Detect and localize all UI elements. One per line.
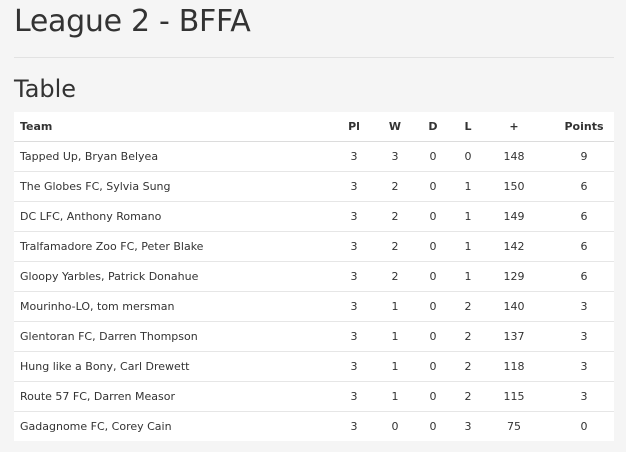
table-row: Gadagnome FC, Corey Cain 3 0 0 3 75 0 xyxy=(14,411,614,441)
points-for-cell: 129 xyxy=(474,261,554,292)
lost-cell: 1 xyxy=(462,261,474,292)
points-cell: 6 xyxy=(554,231,614,262)
lost-cell: 2 xyxy=(462,321,474,352)
won-cell: 3 xyxy=(391,150,399,163)
points-for-cell: 137 xyxy=(474,321,554,352)
table-row: Tralfamadore Zoo FC, Peter Blake 3 2 0 1… xyxy=(14,231,614,262)
lost-cell: 2 xyxy=(462,351,474,382)
points-cell: 3 xyxy=(554,321,614,352)
team-name-cell[interactable]: Tapped Up, Bryan Belyea xyxy=(14,142,322,172)
points-cell: 3 xyxy=(554,351,614,382)
drawn-cell: 0 xyxy=(404,411,462,441)
title-divider xyxy=(14,57,614,58)
won-cell: 1 xyxy=(386,321,404,352)
drawn-cell: 0 xyxy=(404,201,462,232)
points-for-cell: 142 xyxy=(474,231,554,262)
table-row: Gloopy Yarbles, Patrick Donahue 3 2 0 1 … xyxy=(14,261,614,292)
played-cell: 3 xyxy=(322,381,386,412)
won-cell: 1 xyxy=(386,351,404,382)
lost-cell: 1 xyxy=(462,231,474,262)
played-cell: 3 xyxy=(350,150,358,163)
points-cell: 6 xyxy=(554,171,614,202)
column-header-points-for[interactable]: + xyxy=(474,112,554,142)
points-cell: 0 xyxy=(554,411,614,441)
column-header-lost[interactable]: L xyxy=(462,112,474,142)
lost-cell: 2 xyxy=(462,291,474,322)
points-cell: 6 xyxy=(554,201,614,232)
column-header-played[interactable]: Pl xyxy=(322,112,386,142)
table-row: DC LFC, Anthony Romano 3 2 0 1 149 6 xyxy=(14,201,614,232)
points-cell: 3 xyxy=(554,381,614,412)
column-header-won[interactable]: W xyxy=(386,112,404,142)
played-cell: 3 xyxy=(322,201,386,232)
standings-table-body: Tapped Up, Bryan Belyea 3 3 0 0 148 9 Th… xyxy=(14,142,614,441)
team-name-cell[interactable]: Tralfamadore Zoo FC, Peter Blake xyxy=(14,231,322,262)
won-cell: 2 xyxy=(386,231,404,262)
table-row: Tapped Up, Bryan Belyea 3 3 0 0 148 9 xyxy=(14,142,614,172)
drawn-cell: 0 xyxy=(429,150,437,163)
team-name-cell[interactable]: Gadagnome FC, Corey Cain xyxy=(14,411,322,441)
table-row: Mourinho-LO, tom mersman 3 1 0 2 140 3 xyxy=(14,291,614,322)
drawn-cell: 0 xyxy=(404,231,462,262)
drawn-cell: 0 xyxy=(404,351,462,382)
points-for-cell: 140 xyxy=(474,291,554,322)
drawn-cell: 0 xyxy=(404,261,462,292)
drawn-cell: 0 xyxy=(404,171,462,202)
team-name-cell[interactable]: Glentoran FC, Darren Thompson xyxy=(14,321,322,352)
points-cell: 3 xyxy=(554,291,614,322)
section-title: Table xyxy=(14,75,77,103)
played-cell: 3 xyxy=(322,171,386,202)
page-title: League 2 - BFFA xyxy=(14,4,251,39)
played-cell: 3 xyxy=(322,231,386,262)
team-name-cell[interactable]: Hung like a Bony, Carl Drewett xyxy=(14,351,322,382)
team-name-cell[interactable]: The Globes FC, Sylvia Sung xyxy=(14,171,322,202)
lost-cell: 1 xyxy=(462,171,474,202)
team-name-cell[interactable]: DC LFC, Anthony Romano xyxy=(14,201,322,232)
points-for-cell: 75 xyxy=(474,411,554,441)
column-header-drawn[interactable]: D xyxy=(404,112,462,142)
played-cell: 3 xyxy=(322,261,386,292)
column-header-team[interactable]: Team xyxy=(14,112,322,142)
team-name-cell[interactable]: Route 57 FC, Darren Measor xyxy=(14,381,322,412)
won-cell: 2 xyxy=(386,171,404,202)
team-name-cell[interactable]: Gloopy Yarbles, Patrick Donahue xyxy=(14,261,322,292)
table-row: Glentoran FC, Darren Thompson 3 1 0 2 13… xyxy=(14,321,614,352)
points-cell: 6 xyxy=(554,261,614,292)
column-header-points[interactable]: Points xyxy=(554,112,614,142)
drawn-cell: 0 xyxy=(404,291,462,322)
points-for-cell: 148 xyxy=(503,150,525,163)
table-row: The Globes FC, Sylvia Sung 3 2 0 1 150 6 xyxy=(14,171,614,202)
points-for-cell: 150 xyxy=(474,171,554,202)
won-cell: 0 xyxy=(386,411,404,441)
lost-cell: 3 xyxy=(462,411,474,441)
played-cell: 3 xyxy=(322,321,386,352)
won-cell: 2 xyxy=(386,201,404,232)
points-for-cell: 115 xyxy=(474,381,554,412)
points-cell: 9 xyxy=(580,150,588,163)
drawn-cell: 0 xyxy=(404,321,462,352)
team-name-cell[interactable]: Mourinho-LO, tom mersman xyxy=(14,291,322,322)
played-cell: 3 xyxy=(322,351,386,382)
played-cell: 3 xyxy=(322,291,386,322)
points-for-cell: 149 xyxy=(474,201,554,232)
won-cell: 1 xyxy=(386,291,404,322)
lost-cell: 1 xyxy=(462,201,474,232)
table-row: Route 57 FC, Darren Measor 3 1 0 2 115 3 xyxy=(14,381,614,412)
lost-cell: 2 xyxy=(462,381,474,412)
won-cell: 2 xyxy=(386,261,404,292)
lost-cell: 0 xyxy=(464,150,472,163)
points-for-cell: 118 xyxy=(474,351,554,382)
table-row: Hung like a Bony, Carl Drewett 3 1 0 2 1… xyxy=(14,351,614,382)
drawn-cell: 0 xyxy=(404,381,462,412)
played-cell: 3 xyxy=(322,411,386,441)
won-cell: 1 xyxy=(386,381,404,412)
table-header-row: Team Pl W D L + Points xyxy=(14,112,614,142)
standings-table: Team Pl W D L + Points Tapped Up, Bryan … xyxy=(14,112,614,441)
